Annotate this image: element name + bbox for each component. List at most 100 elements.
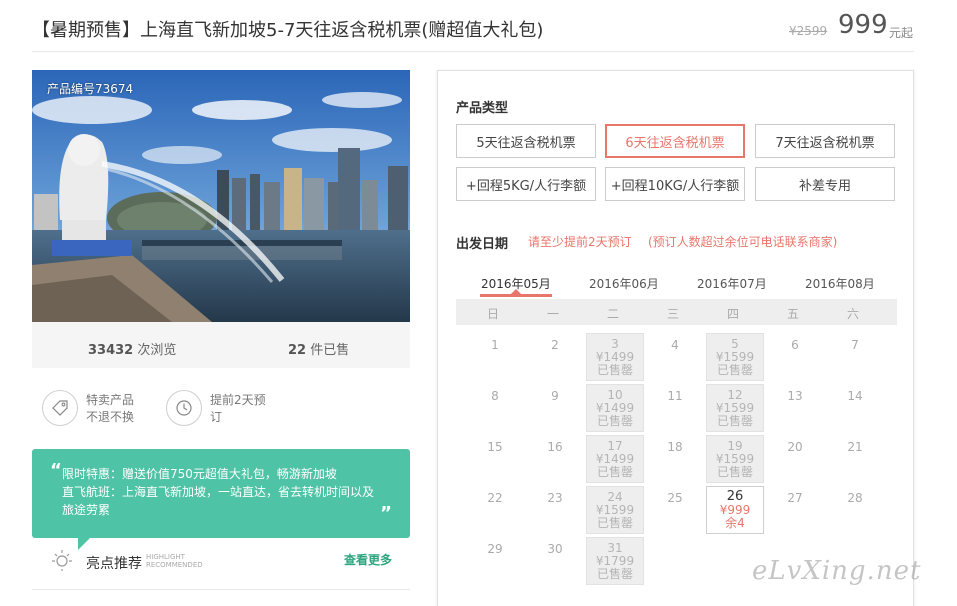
day-number: 24 (607, 490, 623, 504)
calendar-day: 16 (526, 435, 584, 483)
weekday-label: 六 (846, 307, 859, 321)
day-number: 28 (847, 491, 863, 505)
weekday-header: 日 一 二 三 四 五 六 (456, 299, 897, 325)
day-number: 25 (667, 491, 683, 505)
day-number: 29 (487, 542, 503, 556)
day-number: 1 (491, 338, 499, 352)
calendar-day: 20 (766, 435, 824, 483)
highlights-en-label: HIGHLIGHT RECOMMENDED (146, 553, 203, 569)
sold-label: 件已售 (310, 343, 350, 358)
booking-panel: 产品类型 5天往返含税机票 6天往返含税机票 7天往返含税机票 +回程5KG/人… (437, 70, 914, 606)
product-stats: 33432 次浏览 22 件已售 (32, 322, 410, 368)
day-number: 9 (551, 389, 559, 403)
advance-booking-note: 请至少提前2天预订 (528, 235, 632, 249)
day-number: 13 (787, 389, 803, 403)
day-number: 6 (791, 338, 799, 352)
capacity-note: (预订人数超过余位可电话联系商家) (648, 235, 838, 249)
type-option-5day[interactable]: 5天往返含税机票 (456, 124, 596, 158)
divider (32, 589, 410, 590)
open-quote-icon: “ (50, 460, 62, 481)
type-option-luggage-10kg[interactable]: +回程10KG/人行李额 (605, 167, 745, 201)
day-number: 3 (611, 337, 619, 351)
product-header: 【暑期预售】上海直飞新加坡5-7天往返含税机票(赠超值大礼包) ¥2599 99… (32, 0, 914, 52)
calendar-day: 1 (466, 333, 524, 381)
highlights-title: 亮点推荐 (86, 556, 142, 572)
promo-line: 直飞航班：上海直飞新加坡，一站直达，省去转机时间以及 (62, 485, 375, 499)
weekday-label: 五 (786, 307, 799, 321)
close-quote-icon: ” (380, 503, 392, 524)
active-month-indicator (480, 294, 552, 297)
view-more-link[interactable]: 查看更多 (344, 551, 392, 568)
product-photo: 产品编号73674 (32, 70, 410, 322)
weekday-label: 三 (666, 307, 679, 321)
views-stat: 33432 次浏览 (88, 339, 176, 358)
calendar-day-sold-out: 31 ¥1799 已售罄 (586, 537, 644, 585)
product-type-title: 产品类型 (456, 101, 509, 116)
promo-line: 限时特惠：赠送价值750元超值大礼包，畅游新加坡 (62, 467, 337, 481)
sold-stat: 22 件已售 (288, 339, 349, 358)
day-number: 20 (787, 440, 803, 454)
day-number: 18 (667, 440, 683, 454)
day-status: 余4 (725, 516, 745, 530)
calendar-day: 9 (526, 384, 584, 432)
day-number: 5 (731, 337, 739, 351)
day-number: 22 (487, 491, 503, 505)
calendar-day: 30 (526, 537, 584, 585)
day-number: 10 (607, 388, 623, 402)
day-number: 30 (547, 542, 563, 556)
calendar-day: 13 (766, 384, 824, 432)
calendar-day-available[interactable]: 26 ¥999 余4 (706, 486, 764, 534)
calendar-day: 7 (826, 333, 884, 381)
calendar-day: 6 (766, 333, 824, 381)
tab-month-08[interactable]: 2016年08月 (805, 275, 875, 292)
day-number: 23 (547, 491, 563, 505)
day-number: 7 (851, 338, 859, 352)
product-features: 特卖产品 不退不换 提前2天预 订 (32, 368, 410, 448)
weekday-label: 二 (606, 307, 619, 321)
singapore-skyline-image (32, 70, 410, 322)
calendar-day: 25 (646, 486, 704, 534)
calendar-day: 22 (466, 486, 524, 534)
calendar-day-sold-out: 5 ¥1599 已售罄 (706, 333, 764, 381)
day-number: 2 (551, 338, 559, 352)
day-number: 16 (547, 440, 563, 454)
day-number: 31 (607, 541, 623, 555)
day-status: 已售罄 (596, 516, 633, 530)
type-option-7day[interactable]: 7天往返含税机票 (755, 124, 895, 158)
day-status: 已售罄 (596, 567, 633, 581)
tab-month-07[interactable]: 2016年07月 (697, 275, 767, 292)
calendar-day-sold-out: 17 ¥1499 已售罄 (586, 435, 644, 483)
calendar-day-sold-out: 19 ¥1599 已售罄 (706, 435, 764, 483)
caret-up-icon (511, 289, 521, 294)
day-status: 已售罄 (596, 363, 633, 377)
day-number: 15 (487, 440, 503, 454)
calendar-day-sold-out: 12 ¥1599 已售罄 (706, 384, 764, 432)
departure-date-title: 出发日期 (456, 237, 509, 252)
day-number: 11 (667, 389, 683, 403)
calendar-day: 23 (526, 486, 584, 534)
day-status: 已售罄 (716, 363, 753, 377)
views-count: 33432 (88, 343, 134, 358)
type-option-price-difference[interactable]: 补差专用 (755, 167, 895, 201)
calendar-day: 27 (766, 486, 824, 534)
day-status: 已售罄 (596, 465, 633, 479)
views-label: 次浏览 (137, 343, 177, 358)
day-number: 4 (671, 338, 679, 352)
type-option-6day[interactable]: 6天往返含税机票 (605, 124, 745, 158)
tab-month-06[interactable]: 2016年06月 (589, 275, 659, 292)
original-price: ¥2599 (789, 24, 828, 38)
promo-box: “ 限时特惠：赠送价值750元超值大礼包，畅游新加坡 直飞航班：上海直飞新加坡，… (32, 449, 410, 538)
day-number: 26 (726, 489, 744, 504)
feature-label: 特卖产品 不退不换 (86, 393, 135, 424)
calendar-day-sold-out: 10 ¥1499 已售罄 (586, 384, 644, 432)
day-number: 17 (607, 439, 623, 453)
day-status: 已售罄 (716, 414, 753, 428)
calendar-day: 11 (646, 384, 704, 432)
sun-icon (52, 550, 72, 571)
clock-icon (166, 390, 202, 426)
weekday-label: 四 (726, 307, 739, 321)
product-title: 【暑期预售】上海直飞新加坡5-7天往返含税机票(赠超值大礼包) (32, 20, 544, 41)
weekday-label: 一 (546, 307, 559, 321)
type-option-luggage-5kg[interactable]: +回程5KG/人行李额 (456, 167, 596, 201)
current-price: 999 (838, 10, 888, 40)
